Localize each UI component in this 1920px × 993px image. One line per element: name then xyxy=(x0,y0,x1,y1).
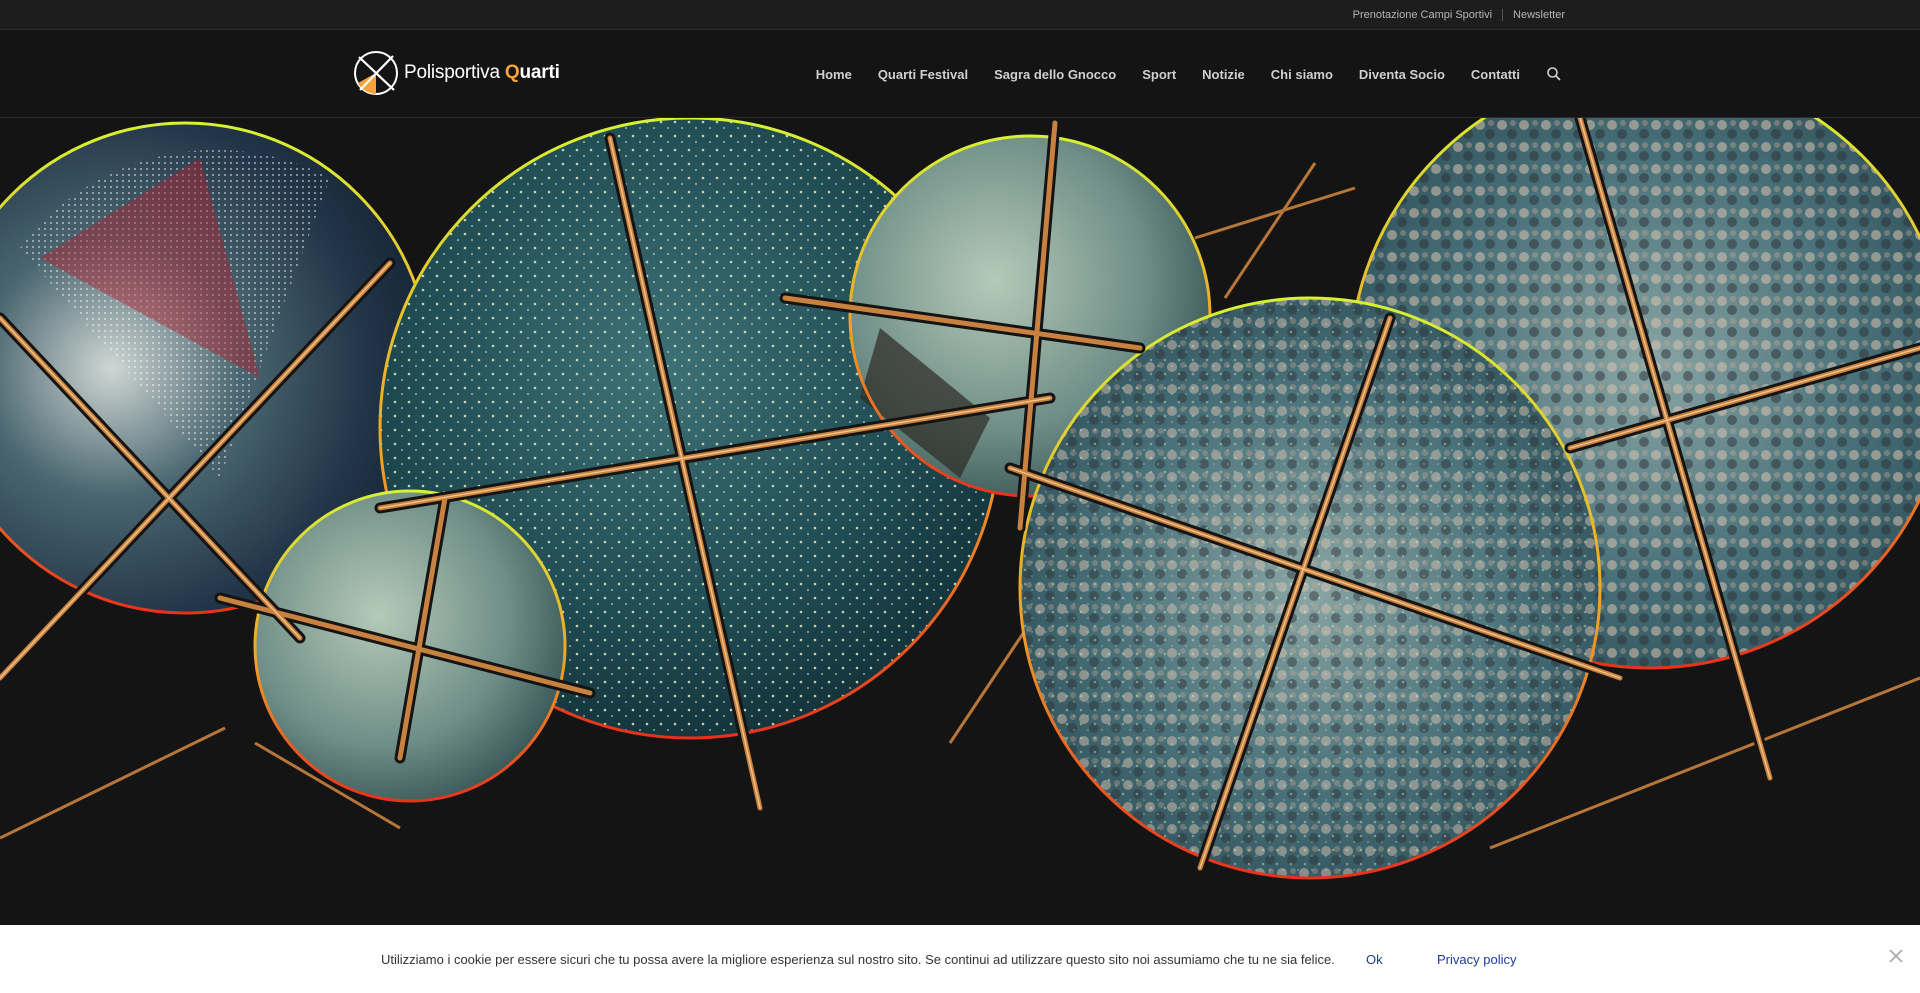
logo-text: Polisportiva Quarti xyxy=(404,62,560,84)
nav-quarti-festival[interactable]: Quarti Festival xyxy=(878,67,968,82)
logo-mark-icon xyxy=(354,51,398,95)
site-logo[interactable]: Polisportiva Quarti xyxy=(354,46,560,100)
main-header: Polisportiva Quarti Home Quarti Festival… xyxy=(0,30,1920,118)
nav-diventa-socio[interactable]: Diventa Socio xyxy=(1359,67,1445,82)
topbar-link-prenotazione[interactable]: Prenotazione Campi Sportivi xyxy=(1353,9,1492,21)
hero-collage-image xyxy=(0,118,1920,880)
logo-prefix: olisportiva xyxy=(416,62,500,83)
cookie-message: Utilizziamo i cookie per essere sicuri c… xyxy=(381,952,1335,967)
collage-circle-crowd-front xyxy=(1018,296,1602,880)
nav-sport[interactable]: Sport xyxy=(1142,67,1176,82)
nav-home[interactable]: Home xyxy=(816,67,852,82)
cookie-consent-bar: Utilizziamo i cookie per essere sicuri c… xyxy=(0,925,1920,993)
close-icon[interactable] xyxy=(1885,945,1907,967)
nav-sagra-dello-gnocco[interactable]: Sagra dello Gnocco xyxy=(994,67,1116,82)
cookie-ok-button[interactable]: Ok xyxy=(1366,952,1383,967)
logo-q: Q xyxy=(504,62,520,83)
topbar-links: Prenotazione Campi Sportivi Newsletter xyxy=(1353,0,1565,30)
privacy-policy-link[interactable]: Privacy policy xyxy=(1437,952,1516,967)
nav-chi-siamo[interactable]: Chi siamo xyxy=(1271,67,1333,82)
main-nav: Home Quarti Festival Sagra dello Gnocco … xyxy=(790,30,1562,118)
hero-banner xyxy=(0,118,1920,925)
logo-suffix: uarti xyxy=(519,62,560,83)
logo-p: P xyxy=(404,62,417,83)
nav-contatti[interactable]: Contatti xyxy=(1471,67,1520,82)
search-icon[interactable] xyxy=(1546,66,1562,82)
topbar-link-newsletter[interactable]: Newsletter xyxy=(1513,9,1565,21)
nav-notizie[interactable]: Notizie xyxy=(1202,67,1245,82)
top-bar: Prenotazione Campi Sportivi Newsletter xyxy=(0,0,1920,30)
topbar-separator xyxy=(1502,9,1504,21)
